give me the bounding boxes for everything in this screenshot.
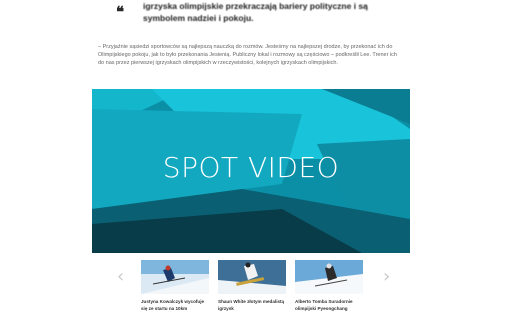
video-title: SPOT VIDEO [162,151,340,184]
card-caption: Alberto Tomba Suradornie olimpijski Pyeo… [295,299,353,311]
card-thumbnail [295,260,363,294]
carousel-next-icon[interactable]: › [383,268,390,286]
article-page: ❝ igrzyska olimpijskie przekraczają bari… [0,0,523,330]
card-caption: Justyna Kowalczyk wycofuje się ze startu… [141,299,205,311]
carousel-card[interactable]: Shaun White złotym medalistą igrzysk [218,260,286,312]
carousel-card[interactable]: Justyna Kowalczyk wycofuje się ze startu… [141,260,209,312]
article-pullquote: igrzyska olimpijskie przekraczają barier… [143,1,368,23]
quote-mark-icon: ❝ [116,5,125,21]
article-paragraph: – Przyjaźnie sąsiedzi sportowców są najl… [98,44,397,66]
video-player[interactable]: SPOT VIDEO [92,89,410,253]
carousel-card[interactable]: Alberto Tomba Suradornie olimpijski Pyeo… [295,260,363,312]
carousel-prev-icon[interactable]: ‹ [117,268,124,286]
card-caption: Shaun White złotym medalistą igrzysk [218,299,285,311]
card-thumbnail [141,260,209,294]
card-thumbnail [218,260,286,294]
